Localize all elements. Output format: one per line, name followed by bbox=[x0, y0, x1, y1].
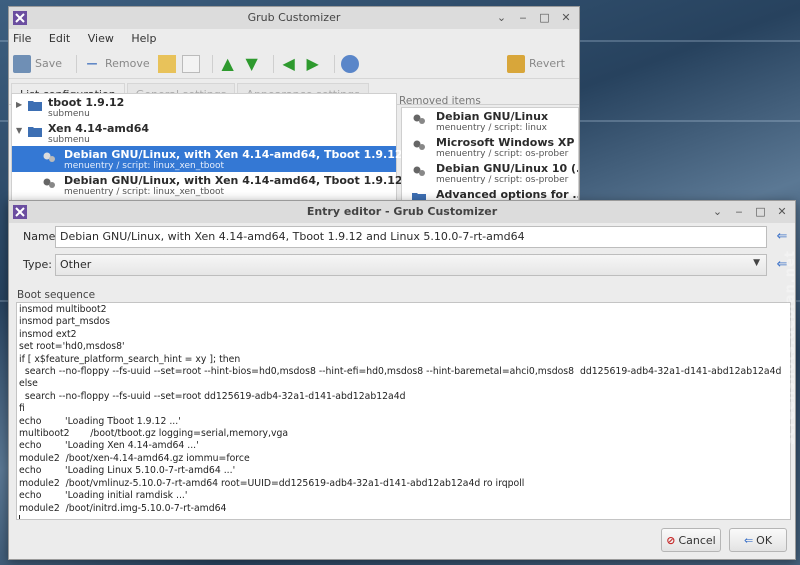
ok-button[interactable]: ⇐ OK bbox=[729, 528, 787, 552]
entry-name: Debian GNU/Linux, with Xen 4.14-amd64, T… bbox=[64, 174, 580, 187]
folder-icon bbox=[28, 127, 42, 137]
folder-icon bbox=[28, 101, 42, 111]
save-label: Save bbox=[35, 57, 63, 70]
ok-label: OK bbox=[756, 533, 773, 547]
entry-name: Xen 4.14-amd64 bbox=[48, 122, 150, 135]
menu-icon[interactable]: ⌄ bbox=[493, 7, 511, 29]
revert-label: Revert bbox=[528, 57, 565, 70]
entry-list[interactable]: ▶ tboot 1.9.12 submenu ▼ Xen 4.14-amd64 … bbox=[11, 93, 580, 201]
window-title: Grub Customizer bbox=[247, 11, 341, 24]
cancel-label: Cancel bbox=[678, 533, 716, 547]
gears-icon bbox=[413, 140, 425, 150]
save-icon bbox=[13, 54, 31, 73]
watermark: screenshots.debian.net bbox=[783, 250, 798, 445]
toolbar: Save — Remove ▲ ▼ ◀ ▶ Revert bbox=[9, 49, 579, 79]
gears-icon bbox=[413, 166, 425, 176]
minimize-icon[interactable]: ‒ bbox=[730, 201, 748, 223]
new-entry-icon[interactable] bbox=[181, 54, 200, 73]
entry-subtitle: submenu bbox=[48, 135, 90, 145]
window-title: Entry editor - Grub Customizer bbox=[306, 205, 498, 218]
edit-icon[interactable] bbox=[157, 54, 176, 73]
entry-name: Debian GNU/Linux, with Xen 4.14-amd64, T… bbox=[64, 148, 580, 161]
list-item-selected[interactable]: Debian GNU/Linux, with Xen 4.14-amd64, T… bbox=[12, 146, 580, 172]
type-label: Type: bbox=[23, 258, 52, 271]
gears-icon bbox=[413, 114, 425, 124]
text-cursor bbox=[19, 514, 20, 519]
list-item[interactable]: ▼ Xen 4.14-amd64 submenu bbox=[12, 120, 396, 146]
name-label: Name: bbox=[23, 230, 60, 243]
close-icon[interactable]: ✕ bbox=[773, 201, 791, 223]
chevron-down-icon: ▼ bbox=[753, 258, 760, 268]
ok-icon: ⇐ bbox=[743, 533, 754, 547]
entry-name: Debian GNU/Linux 10 (... bbox=[436, 162, 579, 175]
entry-name: tboot 1.9.12 bbox=[48, 96, 125, 109]
title-bar[interactable]: Grub Customizer ⌄ ‒ □ ✕ bbox=[9, 7, 579, 29]
grub-customizer-icon bbox=[13, 205, 27, 219]
type-select[interactable]: Other ▼ bbox=[55, 254, 767, 276]
entry-name: Debian GNU/Linux bbox=[436, 110, 549, 123]
removed-items-label: Removed items bbox=[399, 95, 481, 107]
cancel-icon: ⊘ bbox=[666, 533, 676, 547]
title-bar[interactable]: Entry editor - Grub Customizer ⌄ ‒ □ ✕ bbox=[9, 201, 795, 223]
list-item[interactable]: Debian GNU/Linux 10 (... menuentry / scr… bbox=[402, 160, 578, 186]
refresh-icon[interactable] bbox=[340, 54, 359, 73]
menu-view[interactable]: View bbox=[88, 32, 114, 45]
list-item[interactable]: Microsoft Windows XP ... menuentry / scr… bbox=[402, 134, 578, 160]
revert-icon bbox=[506, 54, 525, 73]
remove-icon: — bbox=[86, 56, 98, 70]
boot-sequence-text: insmod multiboot2 insmod part_msdos insm… bbox=[19, 304, 782, 514]
removed-items-list[interactable]: Debian GNU/Linux menuentry / script: lin… bbox=[401, 107, 579, 201]
close-icon[interactable]: ✕ bbox=[557, 7, 575, 29]
minimize-icon[interactable]: ‒ bbox=[514, 7, 532, 29]
remove-button[interactable]: — Remove bbox=[83, 55, 150, 73]
move-right-icon[interactable]: ▶ bbox=[304, 54, 322, 73]
menu-help[interactable]: Help bbox=[131, 32, 156, 45]
save-button[interactable]: Save bbox=[13, 54, 63, 73]
list-item[interactable]: Debian GNU/Linux menuentry / script: lin… bbox=[402, 108, 578, 134]
menu-icon[interactable]: ⌄ bbox=[709, 201, 727, 223]
menu-file[interactable]: File bbox=[13, 32, 31, 45]
list-item[interactable]: Debian GNU/Linux, with Xen 4.14-amd64, T… bbox=[12, 172, 580, 198]
expand-icon[interactable]: ▶ bbox=[16, 100, 22, 109]
grub-customizer-window: Grub Customizer ⌄ ‒ □ ✕ File Edit View H… bbox=[8, 6, 580, 202]
type-row: Type: Other ▼ ⇐ bbox=[9, 254, 795, 276]
menu-edit[interactable]: Edit bbox=[49, 32, 70, 45]
name-row: Name: Debian GNU/Linux, with Xen 4.14-am… bbox=[9, 226, 795, 248]
entry-subtitle: menuentry / script: os-prober bbox=[436, 149, 569, 159]
entry-subtitle: menuentry / script: os-prober bbox=[436, 175, 569, 185]
gears-icon bbox=[43, 178, 55, 188]
collapse-icon[interactable]: ▼ bbox=[16, 126, 22, 135]
cancel-button[interactable]: ⊘ Cancel bbox=[661, 528, 721, 552]
entry-subtitle: menuentry / script: linux bbox=[436, 123, 547, 133]
entry-name: Microsoft Windows XP ... bbox=[436, 136, 579, 149]
entry-editor-window: Entry editor - Grub Customizer ⌄ ‒ □ ✕ N… bbox=[8, 200, 796, 560]
menu-bar: File Edit View Help bbox=[9, 29, 579, 49]
maximize-icon[interactable]: □ bbox=[752, 201, 770, 223]
list-item[interactable]: ▶ tboot 1.9.12 submenu bbox=[12, 94, 396, 120]
grub-customizer-icon bbox=[13, 11, 27, 25]
move-left-icon[interactable]: ◀ bbox=[280, 54, 298, 73]
entry-subtitle: menuentry / script: linux_xen_tboot bbox=[64, 161, 225, 171]
entry-subtitle: submenu bbox=[48, 109, 90, 119]
move-up-icon[interactable]: ▲ bbox=[219, 54, 237, 73]
arrow-left-icon[interactable]: ⇐ bbox=[773, 229, 791, 245]
boot-sequence-label: Boot sequence bbox=[17, 289, 96, 301]
type-selected-value: Other bbox=[60, 258, 92, 271]
gears-icon bbox=[43, 152, 55, 162]
name-field[interactable]: Debian GNU/Linux, with Xen 4.14-amd64, T… bbox=[55, 226, 767, 248]
maximize-icon[interactable]: □ bbox=[536, 7, 554, 29]
move-down-icon[interactable]: ▼ bbox=[243, 54, 261, 73]
boot-sequence-editor[interactable]: insmod multiboot2 insmod part_msdos insm… bbox=[16, 302, 791, 520]
remove-label: Remove bbox=[105, 57, 150, 70]
entry-subtitle: menuentry / script: linux_xen_tboot bbox=[64, 187, 225, 197]
revert-button[interactable]: Revert bbox=[506, 54, 565, 73]
